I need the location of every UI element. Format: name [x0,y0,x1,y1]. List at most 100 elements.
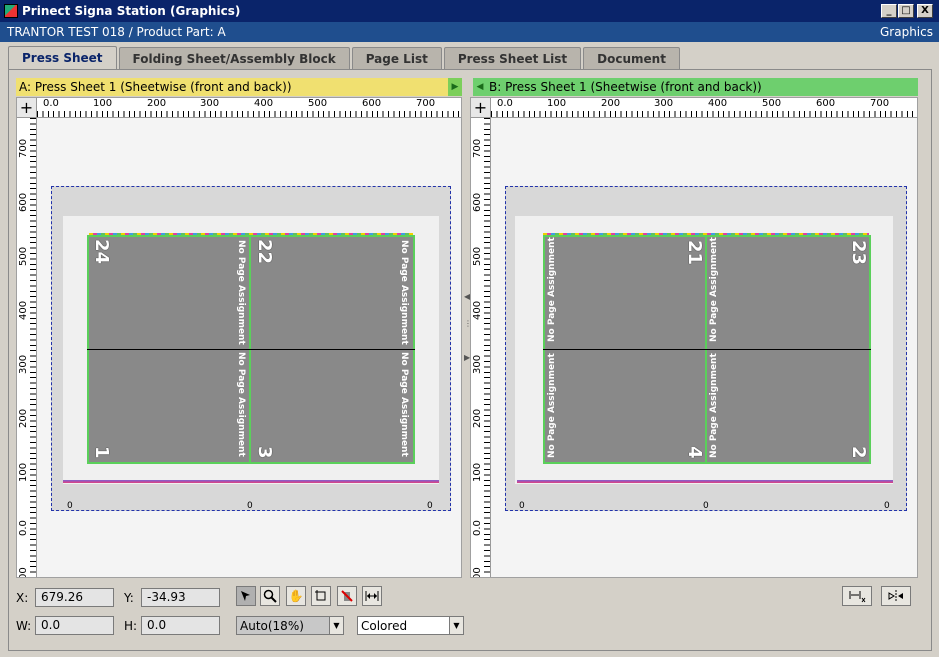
view-splitter[interactable]: ◀ ⋮ ▶ [462,97,472,578]
position-mark: 0 [703,501,709,511]
page-assignment-label: No Page Assignment [399,240,409,345]
ruler-label: 700 [870,98,890,109]
ruler-label: 100 [18,462,29,482]
hand-icon[interactable]: ✋ [286,586,306,606]
minimize-button[interactable]: _ [881,4,897,18]
chevron-down-icon[interactable]: ▼ [449,617,463,634]
status-panel: X: 679.26 Y: -34.93 W: 0.0 H: 0.0 ✋ Auto… [8,580,932,650]
position-mark: 0 [519,501,525,511]
window-title: Prinect Signa Station (Graphics) [22,4,241,18]
control-strip [517,480,893,483]
page-number: 3 [254,446,275,459]
ruler-label: 700 [416,98,436,109]
ruler-label: 400 [708,98,728,109]
mode-label: Graphics [880,25,933,39]
ruler-origin-icon[interactable]: + [17,98,37,118]
tab-press-sheet-list[interactable]: Press Sheet List [443,47,582,69]
w-field[interactable]: 0.0 [35,616,114,635]
ruler-label: 400 [472,300,483,320]
press-sheet-view-b[interactable]: + 0.0 100 200 300 400 500 600 700 700 60… [470,97,918,578]
position-mark: 0 [884,501,890,511]
page-number: 4 [684,446,705,459]
page-assignment-label: No Page Assignment [236,240,246,345]
ruler-label: 700 [472,138,483,158]
press-sheet-view-a[interactable]: + 0.0 100 200 300 400 500 600 700 700 60… [16,97,462,578]
tab-folding-sheet[interactable]: Folding Sheet/Assembly Block [118,47,350,69]
app-icon [4,4,18,18]
tab-page-list[interactable]: Page List [351,47,442,69]
mirror-icon[interactable] [881,586,911,606]
panel-b-title: B: Press Sheet 1 (Sheetwise (front and b… [489,80,762,94]
ruler-label: 400 [18,300,29,320]
panel-a-header[interactable]: A: Press Sheet 1 (Sheetwise (front and b… [16,78,462,96]
arrow-pointer-icon[interactable] [236,586,256,606]
tab-bar: Press Sheet Folding Sheet/Assembly Block… [8,46,682,69]
splitter-grip-icon[interactable]: ⋮ [464,319,472,328]
cut-line [87,349,415,350]
frame-icon[interactable] [311,586,331,606]
ruler-label: 0.0 [497,98,513,109]
ruler-label: 600 [472,192,483,212]
page-number: 21 [684,240,705,266]
x-label: X: [16,591,29,605]
collapse-right-icon[interactable]: ▶ [464,353,470,362]
ruler-label: -100 [472,567,483,577]
horizontal-ruler: 0.0 100 200 300 400 500 600 700 [491,98,917,118]
horizontal-ruler: 0.0 100 200 300 400 500 600 700 [37,98,461,118]
tab-press-sheet[interactable]: Press Sheet [8,46,117,69]
ruler-label: 500 [18,246,29,266]
ruler-label: 600 [362,98,382,109]
vertical-ruler: 700 600 500 400 300 200 100 0.0 -100 [17,118,37,577]
expand-left-icon[interactable]: ◀ [473,78,487,96]
fit-width-icon[interactable] [362,586,382,606]
color-mode-select[interactable]: Colored ▼ [357,616,464,635]
delete-mark-icon[interactable] [337,586,357,606]
vertical-ruler: 700 600 500 400 300 200 100 0.0 -100 [471,118,491,577]
ruler-label: -100 [18,567,29,577]
x-field[interactable]: 679.26 [35,588,114,607]
h-label: H: [124,619,138,633]
ruler-label: 500 [762,98,782,109]
page-assignment-label: No Page Assignment [236,352,246,457]
ruler-label: 500 [308,98,328,109]
ruler-label: 100 [472,462,483,482]
ruler-label: 400 [254,98,274,109]
page-assignment-label: No Page Assignment [547,237,557,342]
ruler-label: 0.0 [472,520,483,536]
position-mark: 0 [247,501,253,511]
tab-document[interactable]: Document [583,47,680,69]
page-number: 2 [848,446,869,459]
panel-b-header[interactable]: ◀ B: Press Sheet 1 (Sheetwise (front and… [473,78,918,96]
job-path: TRANTOR TEST 018 / Product Part: A [7,25,226,39]
w-label: W: [16,619,32,633]
fit-sheet-icon[interactable] [842,586,872,606]
ruler-label: 100 [93,98,113,109]
close-button[interactable]: X [917,4,933,18]
zoom-value: Auto(18%) [240,618,304,633]
page-assignment-label: No Page Assignment [709,353,719,458]
chevron-down-icon[interactable]: ▼ [329,617,343,634]
ruler-label: 100 [547,98,567,109]
window-titlebar: Prinect Signa Station (Graphics) _ □ X [0,0,939,22]
page-number: 24 [91,239,112,265]
position-mark: 0 [427,501,433,511]
zoom-select[interactable]: Auto(18%) ▼ [236,616,344,635]
ruler-label: 600 [18,192,29,212]
page-number: 23 [848,240,869,266]
page-assignment-label: No Page Assignment [547,353,557,458]
ruler-label: 500 [472,246,483,266]
ruler-origin-icon[interactable]: + [471,98,491,118]
maximize-button[interactable]: □ [898,4,914,18]
page-assignment-label: No Page Assignment [709,237,719,342]
ruler-label: 300 [472,354,483,374]
collapse-left-icon[interactable]: ◀ [464,292,470,301]
magnifier-icon[interactable] [260,586,280,606]
expand-right-icon[interactable]: ▶ [448,78,462,96]
page-number: 22 [254,239,275,265]
cut-line [543,349,871,350]
h-field[interactable]: 0.0 [141,616,220,635]
y-field[interactable]: -34.93 [141,588,220,607]
ruler-label: 200 [18,408,29,428]
ruler-label: 300 [200,98,220,109]
ruler-label: 200 [472,408,483,428]
